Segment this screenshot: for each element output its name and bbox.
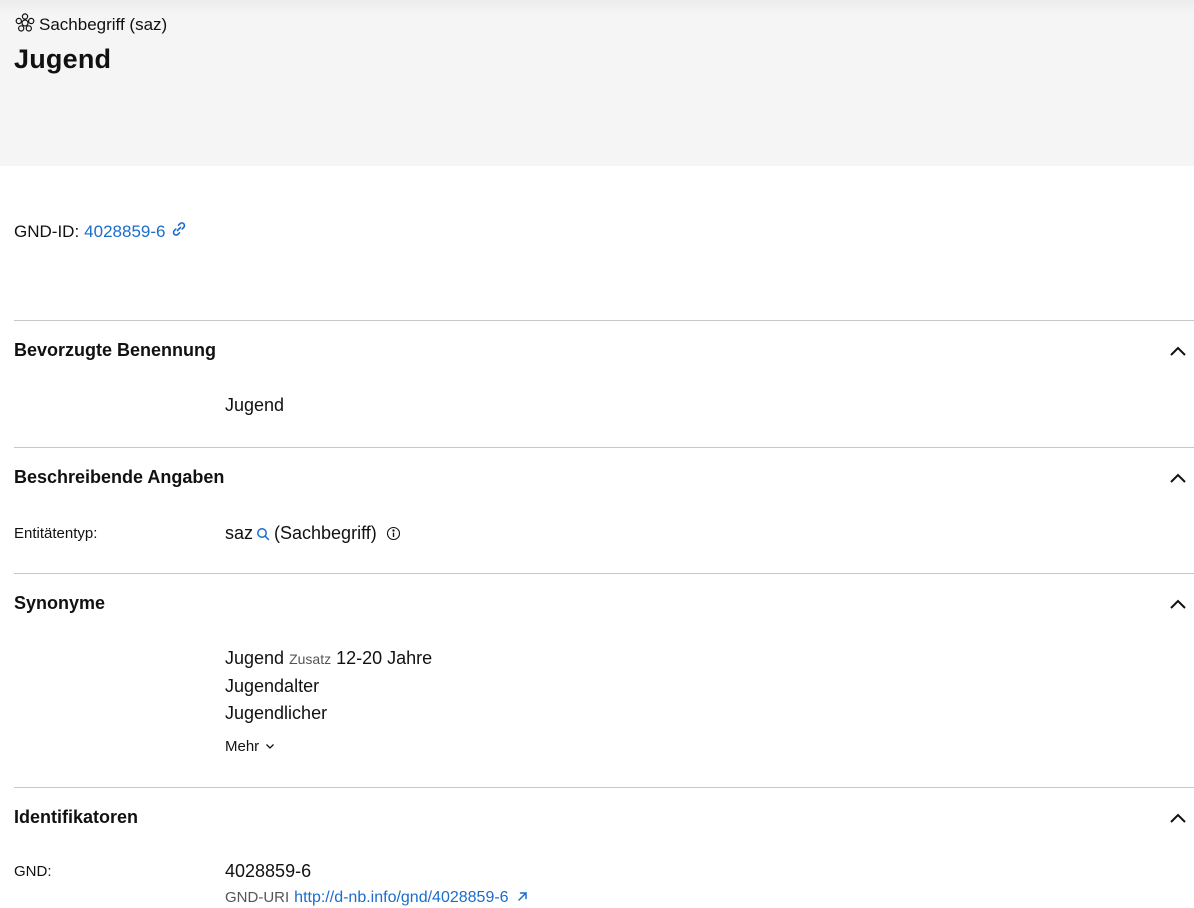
entitaetentyp-name: (Sachbegriff) bbox=[274, 523, 377, 543]
entitaetentyp-label: Entitätentyp: bbox=[14, 525, 98, 542]
page-title: Jugend bbox=[14, 44, 112, 74]
entitaetentyp-code: saz bbox=[225, 523, 254, 543]
gnd-id-label: GND-ID: bbox=[14, 221, 80, 241]
link-icon[interactable] bbox=[165, 220, 188, 243]
gnd-id-row: GND-ID: 4028859-6 bbox=[14, 220, 188, 243]
synonym-item: Jugendalter bbox=[225, 676, 320, 696]
zusatz-label: Zusatz bbox=[289, 651, 332, 667]
section-title-identifikatoren: Identifikatoren bbox=[14, 807, 139, 827]
section-title-synonyme: Synonyme bbox=[14, 593, 106, 613]
entity-type-label: Sachbegriff (saz) bbox=[39, 15, 168, 34]
external-link-icon[interactable] bbox=[517, 891, 528, 902]
collapse-chevron-icon[interactable] bbox=[1168, 811, 1188, 825]
synonym-item: Jugend Zusatz 12-20 Jahre bbox=[225, 648, 432, 669]
section-title-beschreibende-angaben: Beschreibende Angaben bbox=[14, 467, 225, 487]
section-divider bbox=[14, 447, 1194, 448]
more-button[interactable]: Mehr bbox=[225, 738, 275, 755]
collapse-chevron-icon[interactable] bbox=[1168, 471, 1188, 485]
collapse-chevron-icon[interactable] bbox=[1168, 597, 1188, 611]
search-icon[interactable] bbox=[256, 527, 270, 541]
more-label: Mehr bbox=[225, 738, 260, 755]
gnd-uri-link[interactable]: http://d-nb.info/gnd/4028859-6 bbox=[294, 889, 508, 906]
sachbegriff-icon bbox=[14, 12, 39, 39]
section-divider bbox=[14, 320, 1194, 321]
zusatz-value: 12-20 Jahre bbox=[336, 648, 433, 668]
preferred-name-value: Jugend bbox=[225, 395, 285, 415]
gnd-label: GND: bbox=[14, 863, 52, 880]
synonym-name: Jugend bbox=[225, 648, 285, 668]
entity-type: Sachbegriff (saz) bbox=[14, 12, 167, 38]
page-header: Sachbegriff (saz) Jugend bbox=[0, 0, 1194, 166]
collapse-chevron-icon[interactable] bbox=[1168, 344, 1188, 358]
chevron-down-icon bbox=[265, 743, 275, 750]
synonym-item: Jugendlicher bbox=[225, 703, 328, 723]
section-title-bevorzugte-benennung: Bevorzugte Benennung bbox=[14, 340, 217, 360]
info-icon[interactable] bbox=[386, 526, 401, 541]
section-divider bbox=[14, 573, 1194, 574]
section-divider bbox=[14, 787, 1194, 788]
gnd-uri-label: GND-URI bbox=[225, 889, 290, 906]
gnd-value: 4028859-6 bbox=[225, 861, 312, 881]
gnd-uri-row: GND-URI http://d-nb.info/gnd/4028859-6 bbox=[225, 889, 528, 907]
gnd-id-link[interactable]: 4028859-6 bbox=[84, 222, 165, 242]
entitaetentyp-value: saz (Sachbegriff) bbox=[225, 523, 401, 544]
